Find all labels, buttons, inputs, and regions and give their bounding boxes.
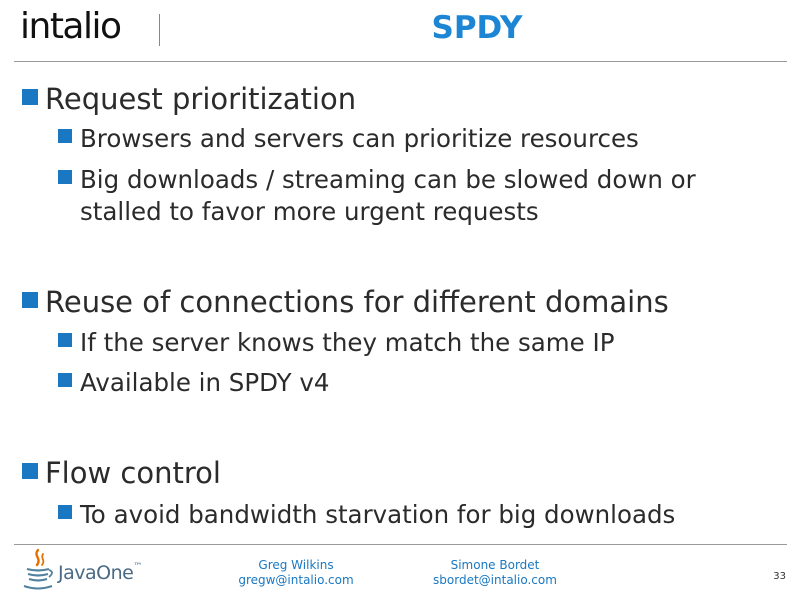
author-simone: Simone Bordet sbordet@intalio.com — [415, 558, 575, 588]
author-email: sbordet@intalio.com — [433, 573, 557, 587]
bullet-square-icon — [58, 333, 72, 347]
bullet-text-line-1: Big downloads / streaming can be slowed … — [80, 165, 696, 194]
bullet-square-icon — [22, 463, 38, 479]
author-greg: Greg Wilkins gregw@intalio.com — [216, 558, 376, 588]
bullet-text-line-2: stalled to favor more urgent requests — [80, 197, 539, 226]
author-name: Greg Wilkins — [258, 558, 334, 572]
bullet-square-icon — [22, 292, 38, 308]
javaone-wordmark: JavaOne™ — [58, 562, 142, 584]
slide-title: SPDY — [431, 10, 523, 46]
bullet-text: Flow control — [45, 456, 221, 490]
bullet-square-icon — [58, 129, 72, 143]
author-email: gregw@intalio.com — [238, 573, 354, 587]
page-number: 33 — [773, 571, 786, 582]
bullet-text: Reuse of connections for different domai… — [45, 285, 669, 319]
bullet-text: Browsers and servers can prioritize reso… — [80, 124, 639, 153]
bullet-square-icon — [22, 89, 38, 105]
bullet-square-icon — [58, 170, 72, 184]
bullet-square-icon — [58, 505, 72, 519]
bullet-square-icon — [58, 373, 72, 387]
author-name: Simone Bordet — [450, 558, 540, 572]
bullet-text: If the server knows they match the same … — [80, 328, 615, 357]
javaone-logo: JavaOne™ — [20, 548, 160, 592]
intalio-logo: intalio — [20, 6, 122, 47]
bullet-text: Request prioritization — [45, 82, 357, 116]
java-cup-icon — [23, 548, 53, 590]
bullet-text: Available in SPDY v4 — [80, 368, 330, 397]
header-divider — [159, 14, 160, 46]
bullet-text: To avoid bandwidth starvation for big do… — [80, 500, 676, 529]
footer-rule — [14, 544, 787, 545]
header-rule — [14, 61, 787, 62]
